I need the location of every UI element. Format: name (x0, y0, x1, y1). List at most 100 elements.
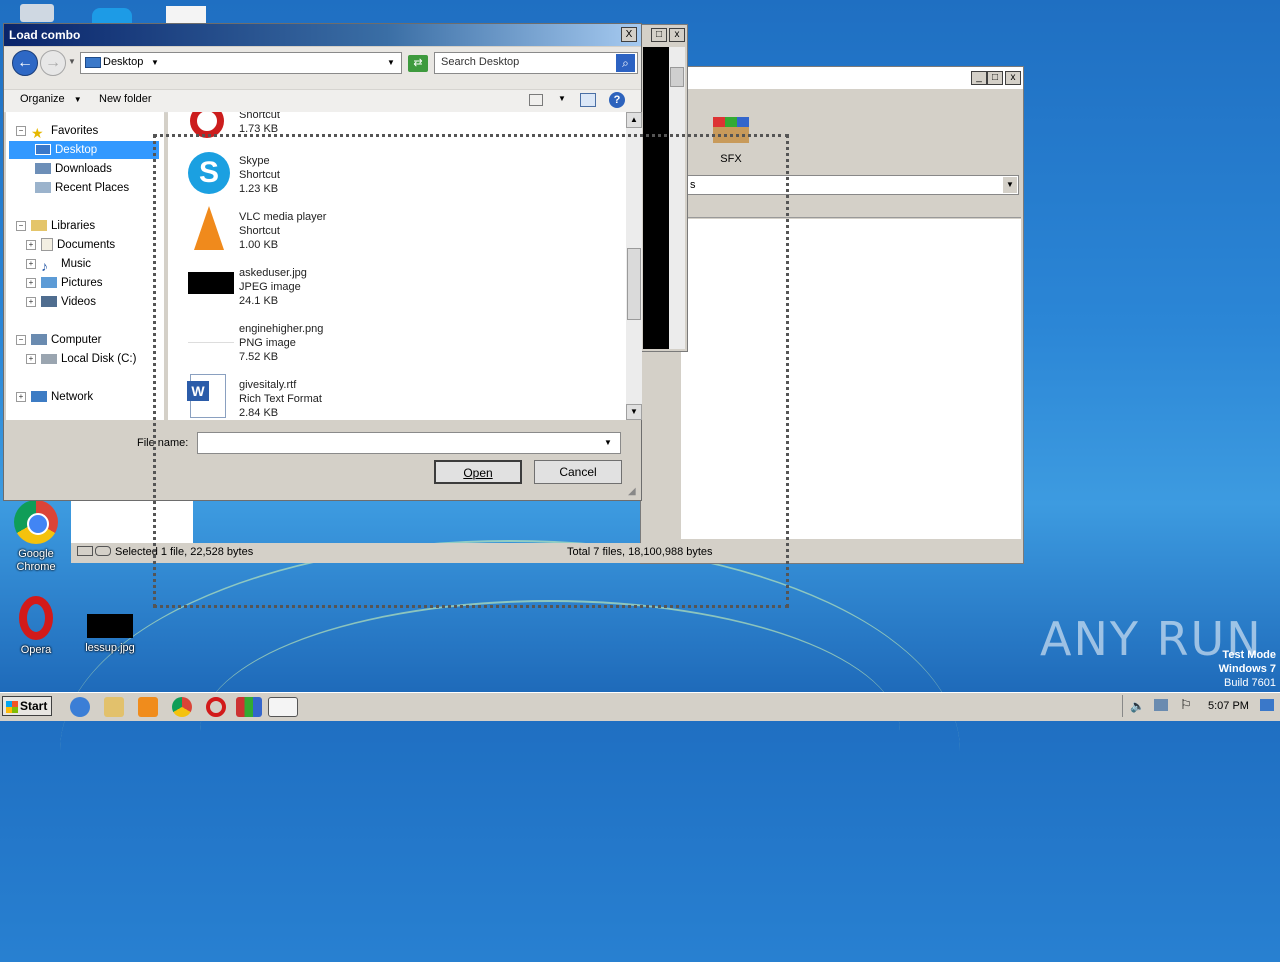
tree-item-documents[interactable]: + Documents (26, 236, 115, 254)
refresh-button[interactable]: ⇄ (408, 55, 428, 72)
tree-label: Music (61, 258, 92, 270)
navigation-bar: ← → ▼ Desktop ▼ ▼ ⇄ Search Desktop ⌕ (4, 47, 641, 89)
back-button[interactable]: ← (12, 50, 38, 76)
winrar-icon[interactable] (236, 697, 262, 717)
tree-label: Favorites (51, 125, 99, 137)
start-label: Start (20, 699, 48, 713)
tree-item-videos[interactable]: + Videos (26, 293, 96, 311)
disk-icon (41, 353, 57, 364)
computer-icon (31, 334, 47, 346)
search-box[interactable]: Search Desktop ⌕ (434, 52, 638, 74)
ie-icon[interactable] (70, 697, 90, 717)
start-button[interactable]: Start (2, 696, 52, 716)
opera-icon[interactable] (206, 697, 226, 717)
address-bar[interactable]: Desktop ▼ ▼ (80, 52, 402, 74)
key-icon (95, 546, 111, 556)
test-mode-text: Test Mode (1222, 649, 1276, 661)
organize-button[interactable]: Organize ▼ (20, 93, 82, 105)
libraries-icon (31, 220, 47, 232)
navigation-tree[interactable]: − ★ Favorites Desktop Downloads Recent Pla… (6, 112, 164, 420)
desktop-icon-chrome[interactable]: Google Chrome (3, 500, 69, 574)
recent-locations-icon[interactable]: ▼ (68, 57, 76, 66)
taskbar: Start 🔈 ⚐ 5:07 PM (0, 692, 1280, 721)
tree-item-desktop[interactable]: Desktop (9, 141, 159, 159)
scroll-up-icon[interactable]: ▲ (626, 112, 642, 128)
view-dropdown-icon[interactable]: ▼ (558, 94, 566, 103)
pictures-icon (41, 277, 57, 289)
forward-button[interactable]: → (40, 50, 66, 76)
tree-label: Network (51, 391, 94, 403)
breadcrumb-chevron-icon[interactable]: ▼ (151, 58, 159, 67)
lessup-label: lessup.jpg (85, 642, 135, 654)
tree-label: Pictures (61, 277, 103, 289)
build-text: Build 7601 (1224, 677, 1276, 689)
chevron-down-icon[interactable]: ▼ (1003, 177, 1017, 193)
winrar-titlebar[interactable] (641, 67, 1023, 89)
command-toolbar: Organize ▼ New folder ▼ ? (4, 89, 641, 113)
show-desktop-icon[interactable] (1260, 699, 1274, 711)
windows-logo-icon (6, 700, 18, 713)
media-player-icon[interactable] (138, 697, 158, 717)
opera-icon (19, 596, 53, 640)
tree-item-local-disk[interactable]: + Local Disk (C:) (26, 350, 136, 368)
tree-item-libraries[interactable]: − Libraries (16, 217, 95, 235)
windows-version-text: Windows 7 (1218, 663, 1276, 675)
action-center-flag-icon[interactable]: ⚐ (1180, 697, 1192, 713)
dialog-close-button[interactable]: X (621, 27, 637, 42)
tree-label: Computer (51, 334, 102, 346)
back-arrow-icon: ← (17, 54, 33, 71)
help-icon[interactable]: ? (609, 92, 625, 108)
address-dropdown-icon[interactable]: ▼ (387, 58, 395, 67)
downloads-icon (35, 163, 51, 175)
tree-label: Recent Places (55, 182, 130, 194)
file-type: Shortcut (239, 112, 280, 121)
drag-outline (153, 134, 789, 608)
tree-item-pictures[interactable]: + Pictures (26, 274, 103, 292)
forward-arrow-icon: → (45, 54, 61, 71)
chevron-down-icon: ▼ (73, 95, 82, 104)
organize-label: Organize (20, 93, 65, 105)
image-thumbnail-icon (87, 614, 133, 638)
wallpaper-swoosh (200, 600, 900, 862)
chrome-icon[interactable] (172, 697, 192, 717)
search-placeholder: Search Desktop (441, 56, 520, 68)
desktop-icon (35, 144, 51, 156)
scroll-thumb[interactable] (670, 67, 684, 87)
explorer-icon[interactable] (104, 697, 124, 717)
view-options-icon[interactable] (529, 94, 543, 106)
recycle-bin-icon[interactable] (20, 4, 54, 22)
tree-item-downloads[interactable]: Downloads (35, 160, 112, 178)
test-mode-watermark: Test Mode Windows 7 Build 7601 (1180, 648, 1276, 690)
network-tray-icon[interactable] (1154, 699, 1168, 711)
drive-icon (77, 546, 93, 556)
preview-pane-icon[interactable] (580, 93, 596, 107)
search-icon[interactable]: ⌕ (616, 54, 635, 72)
music-icon: ♪ (41, 257, 48, 274)
tree-item-computer[interactable]: − Computer (16, 331, 102, 349)
tree-item-favorites[interactable]: − ★ Favorites (16, 122, 99, 141)
recent-places-icon (35, 182, 51, 194)
dialog-titlebar[interactable]: Load combo (4, 24, 641, 46)
dialog-title: Load combo (9, 28, 81, 42)
maximize-button[interactable]: □ (651, 28, 667, 42)
maximize-button[interactable]: □ (987, 71, 1003, 85)
active-window-icon[interactable] (268, 697, 298, 717)
tree-label: Local Disk (C:) (61, 353, 137, 365)
clock[interactable]: 5:07 PM (1208, 700, 1249, 712)
tree-label: Desktop (55, 144, 98, 156)
skype-desktop-icon[interactable] (92, 8, 132, 24)
tree-label: Videos (61, 296, 96, 308)
desktop-icon-lessup[interactable]: lessup.jpg (77, 614, 143, 655)
volume-icon[interactable]: 🔈 (1130, 699, 1145, 713)
close-button[interactable]: x (669, 28, 685, 42)
new-folder-button[interactable]: New folder (99, 93, 152, 105)
desktop-icon (85, 57, 101, 68)
desktop-icon-opera[interactable]: Opera (3, 596, 69, 657)
tree-item-music[interactable]: + ♪ Music (26, 255, 92, 274)
close-button[interactable]: x (1005, 71, 1021, 85)
minimize-button[interactable]: _ (971, 71, 987, 85)
tree-item-network[interactable]: + Network (16, 388, 93, 406)
document-desktop-icon[interactable] (166, 6, 206, 24)
opera-label: Opera (20, 644, 52, 656)
tree-item-recent-places[interactable]: Recent Places (35, 179, 129, 197)
